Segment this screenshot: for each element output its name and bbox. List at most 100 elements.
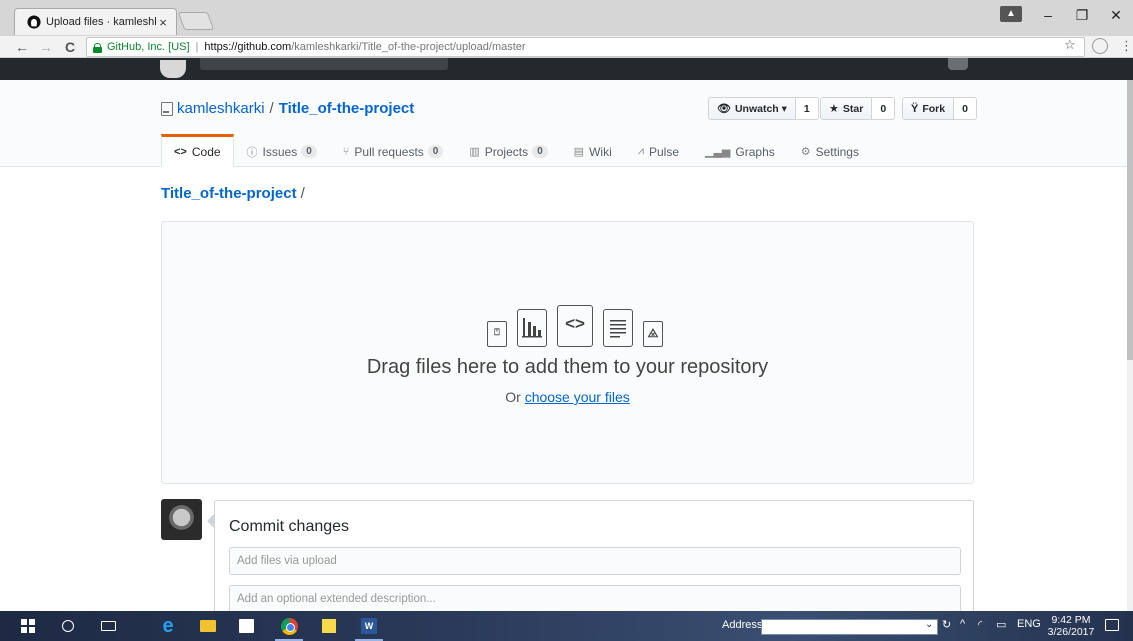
repo-title: kamleshkarki / Title_of-the-project bbox=[161, 100, 414, 117]
tab-pulls-label: Pull requests bbox=[354, 144, 424, 159]
tray-chevron-icon[interactable]: ^ bbox=[960, 618, 965, 630]
commit-description-input[interactable] bbox=[229, 585, 961, 613]
battery-icon[interactable]: ▭ bbox=[996, 618, 1006, 631]
code-icon: <> bbox=[174, 145, 187, 158]
tab-issues[interactable]: ⓘ Issues 0 bbox=[234, 134, 330, 167]
address-bar[interactable]: GitHub, Inc. [US] | https://github.com/k… bbox=[86, 37, 1085, 57]
bookmark-star-icon[interactable]: ☆ bbox=[1064, 37, 1076, 53]
fork-count[interactable]: 0 bbox=[954, 97, 977, 120]
restore-button[interactable]: ❐ bbox=[1065, 0, 1099, 30]
commit-summary-input[interactable] bbox=[229, 547, 961, 575]
unwatch-button[interactable]: 👁 Unwatch ▾ bbox=[708, 97, 796, 120]
task-view-button[interactable] bbox=[90, 611, 126, 641]
reload-button[interactable]: C bbox=[60, 37, 80, 57]
tab-projects[interactable]: ▥ Projects 0 bbox=[456, 134, 560, 167]
book-icon: ▤ bbox=[573, 146, 585, 158]
windows-logo-icon bbox=[21, 619, 35, 633]
fork-icon: Ÿ bbox=[911, 102, 919, 115]
star-group: ★ Star 0 bbox=[820, 97, 896, 120]
taskbar-edge[interactable]: e bbox=[150, 611, 186, 641]
network-icon[interactable]: ◜ bbox=[978, 618, 982, 631]
word-icon: W bbox=[361, 618, 377, 634]
extension-icon[interactable] bbox=[1092, 38, 1108, 54]
profile-icon[interactable]: ▲ bbox=[1000, 6, 1022, 22]
upload-dropzone[interactable]: ⍞ <> ⨻ Drag files here to add them to yo… bbox=[161, 221, 974, 484]
eye-icon: 👁 bbox=[717, 103, 731, 115]
chrome-icon bbox=[280, 617, 298, 635]
address-toolbar-label: Address bbox=[722, 619, 763, 631]
new-tab-button[interactable] bbox=[177, 12, 215, 30]
address-toolbar-input[interactable] bbox=[761, 619, 938, 635]
tab-pull-requests[interactable]: ⑂ Pull requests 0 bbox=[330, 134, 457, 167]
taskbar-sticky-notes[interactable] bbox=[311, 611, 347, 641]
tab-wiki[interactable]: ▤ Wiki bbox=[561, 134, 625, 167]
github-search-input[interactable] bbox=[200, 58, 448, 70]
tab-graphs-label: Graphs bbox=[735, 144, 775, 159]
language-indicator[interactable]: ENG bbox=[1017, 618, 1041, 630]
tab-close-icon[interactable]: × bbox=[156, 15, 170, 30]
tab-pulse-label: Pulse bbox=[648, 144, 679, 159]
close-window-button[interactable]: ✕ bbox=[1099, 0, 1133, 30]
site-identity[interactable]: GitHub, Inc. [US] bbox=[107, 41, 190, 53]
code-file-icon: <> bbox=[557, 305, 593, 347]
forward-button[interactable]: → bbox=[36, 37, 56, 57]
notification-center-icon[interactable] bbox=[1105, 619, 1119, 631]
user-avatar[interactable] bbox=[161, 499, 202, 540]
taskbar-store[interactable] bbox=[228, 611, 264, 641]
github-logo-icon[interactable] bbox=[160, 60, 186, 78]
watch-count[interactable]: 1 bbox=[795, 97, 819, 120]
choose-files-link[interactable]: choose your files bbox=[525, 389, 630, 405]
taskbar-word[interactable]: W bbox=[351, 611, 387, 641]
windows-taskbar: e W Address ⌄ ↻ ^ ◜ ▭ ENG 9:42 PM 3/26/2… bbox=[0, 611, 1133, 641]
taskbar-clock[interactable]: 9:42 PM 3/26/2017 bbox=[1046, 614, 1096, 638]
star-label: Star bbox=[842, 102, 864, 115]
breadcrumb-repo-link[interactable]: Title_of-the-project bbox=[161, 185, 297, 202]
address-dropdown-icon[interactable]: ⌄ bbox=[925, 619, 933, 630]
tab-projects-label: Projects bbox=[484, 144, 529, 159]
minimize-button[interactable]: – bbox=[1031, 0, 1065, 30]
scrollbar-thumb[interactable] bbox=[1127, 80, 1133, 360]
tab-settings-label: Settings bbox=[815, 144, 859, 159]
cortana-icon bbox=[62, 620, 74, 632]
tab-code-label: Code bbox=[191, 144, 221, 159]
task-view-icon bbox=[100, 621, 116, 631]
repo-pagehead: kamleshkarki / Title_of-the-project 👁 Un… bbox=[0, 80, 1127, 167]
browser-menu-icon[interactable]: ⋮ bbox=[1120, 38, 1133, 54]
gear-icon: ⚙ bbox=[800, 146, 811, 158]
lock-icon bbox=[93, 42, 102, 53]
refresh-icon[interactable]: ↻ bbox=[942, 618, 951, 631]
url-host: https://github.com bbox=[204, 41, 292, 53]
tab-graphs[interactable]: ▁▃▅ Graphs bbox=[692, 134, 788, 167]
fork-label: Fork bbox=[922, 102, 946, 115]
star-count[interactable]: 0 bbox=[872, 97, 896, 120]
tab-title: Upload files · kamleshka bbox=[46, 16, 156, 28]
pulls-counter: 0 bbox=[427, 145, 444, 158]
project-icon: ▥ bbox=[469, 146, 480, 158]
tab-issues-label: Issues bbox=[262, 144, 298, 159]
header-avatar[interactable] bbox=[948, 58, 968, 70]
browser-toolbar: ← → C GitHub, Inc. [US] | https://github… bbox=[0, 36, 1133, 58]
url-path: /kamleshkarki/Title_of-the-project/uploa… bbox=[291, 41, 526, 53]
repo-owner-link[interactable]: kamleshkarki bbox=[177, 100, 265, 117]
tab-pulse[interactable]: ⩘ Pulse bbox=[625, 134, 692, 167]
page-scrollbar[interactable] bbox=[1127, 80, 1133, 611]
back-button[interactable]: ← bbox=[12, 37, 32, 57]
repo-icon bbox=[161, 101, 173, 116]
browser-tab-active[interactable]: Upload files · kamleshka × bbox=[14, 8, 177, 35]
repo-name-link[interactable]: Title_of-the-project bbox=[279, 100, 415, 117]
store-icon bbox=[238, 619, 254, 633]
edge-icon: e bbox=[162, 614, 174, 637]
start-button[interactable] bbox=[10, 611, 46, 641]
tab-code[interactable]: <> Code bbox=[161, 134, 234, 167]
star-button[interactable]: ★ Star bbox=[820, 97, 873, 120]
browser-tabstrip: Upload files · kamleshka × ▲ – ❐ ✕ bbox=[0, 0, 1133, 36]
taskbar-file-explorer[interactable] bbox=[190, 611, 226, 641]
zip-file-icon: ⍞ bbox=[487, 321, 507, 347]
omnibox-separator: | bbox=[195, 41, 199, 53]
taskbar-chrome[interactable] bbox=[271, 611, 307, 641]
tab-settings[interactable]: ⚙ Settings bbox=[788, 134, 872, 167]
fork-button[interactable]: Ÿ Fork bbox=[902, 97, 955, 120]
issues-counter: 0 bbox=[301, 145, 317, 158]
dropzone-title: Drag files here to add them to your repo… bbox=[366, 356, 769, 378]
cortana-button[interactable] bbox=[50, 611, 86, 641]
